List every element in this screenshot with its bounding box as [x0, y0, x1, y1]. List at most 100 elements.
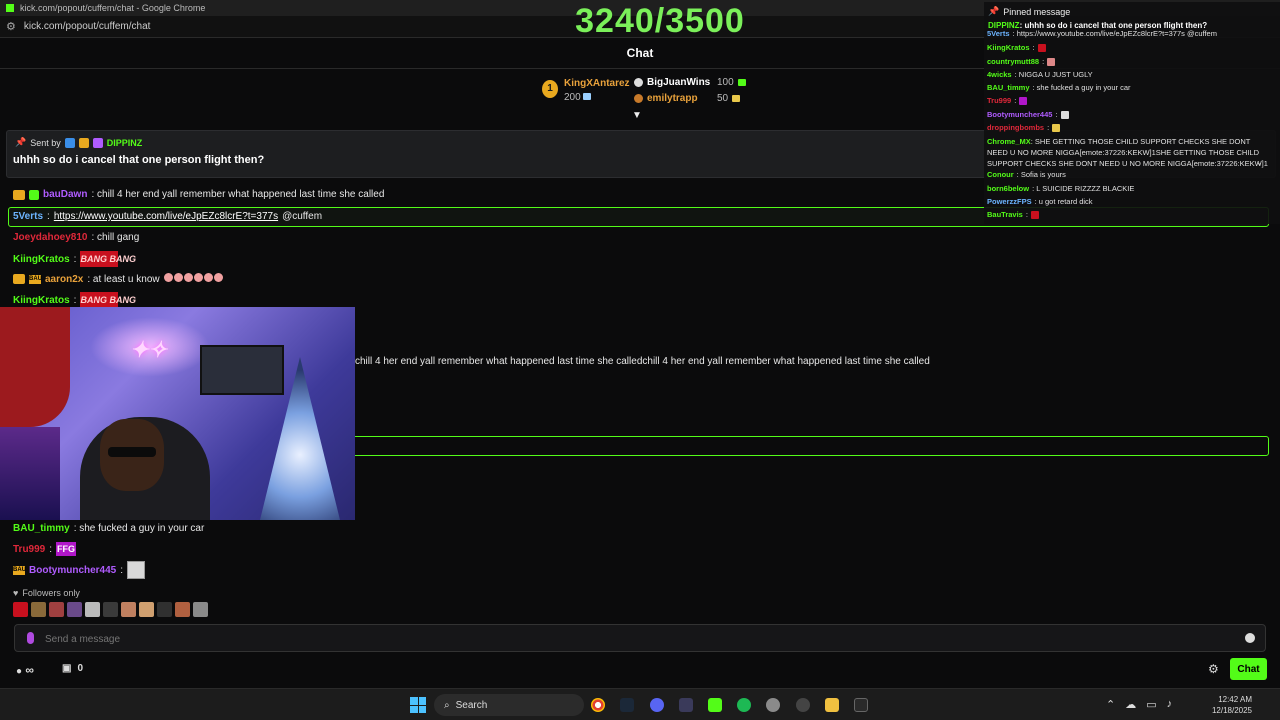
emote-icon — [1030, 210, 1039, 219]
overlay-text: : — [1042, 57, 1045, 66]
overlay-username[interactable]: Bootymuncher445 — [987, 110, 1052, 119]
followers-only-notice: ♥ Followers only — [13, 588, 80, 598]
chat-send-button[interactable]: Chat — [1230, 658, 1267, 680]
chrome-icon[interactable] — [591, 698, 605, 712]
emote-button[interactable] — [193, 602, 208, 617]
points-display[interactable]: ▣ 0 — [62, 663, 83, 674]
overlay-username[interactable]: KiingKratos — [987, 43, 1030, 52]
taskbar-search[interactable]: ⌕ Search — [434, 694, 584, 716]
pinned-sender-line: 📌 Sent by DIPPINZ — [15, 137, 142, 148]
emote-button[interactable] — [67, 602, 82, 617]
url-text[interactable]: kick.com/popout/cuffem/chat — [24, 21, 151, 32]
leader-1-name[interactable]: KingXAntarez — [564, 78, 630, 89]
settings-gear-icon[interactable]: ⚙ — [1208, 662, 1219, 676]
emote-button[interactable] — [49, 602, 64, 617]
chat-message: BAU Bootymuncher445 : — [13, 561, 146, 579]
network-icon[interactable]: ▭ — [1146, 698, 1156, 711]
pinned-sender-name[interactable]: DIPPINZ — [107, 138, 143, 148]
message-input-box[interactable] — [14, 624, 1266, 652]
emote-button[interactable] — [139, 602, 154, 617]
overlay-username[interactable]: droppingbombs — [987, 123, 1044, 132]
overlay-message: PowerzzFPS: u got retard dick — [987, 197, 1093, 206]
volume-icon[interactable]: ♪ — [1167, 698, 1173, 711]
collapse-chevron-icon[interactable]: ▼ — [632, 110, 642, 121]
leader-3-value: 50 — [717, 93, 729, 104]
emote-button[interactable] — [103, 602, 118, 617]
badge-icon — [92, 137, 103, 148]
overlay-username[interactable]: Chrome_MX — [987, 137, 1031, 146]
chevron-down-icon[interactable]: ⌄ — [1256, 158, 1263, 167]
emote-icon — [1060, 110, 1069, 119]
microphone-icon[interactable] — [27, 632, 34, 644]
chat-username[interactable]: 5Verts — [13, 211, 43, 222]
emote-button[interactable] — [175, 602, 190, 617]
sent-by-label: Sent by — [30, 137, 61, 148]
overlay-pinned-title: Pinned message — [1003, 6, 1071, 17]
pin-icon: 📌 — [15, 137, 27, 147]
overlay-username[interactable]: PowerzzFPS — [987, 197, 1032, 206]
overlay-username[interactable]: born6below — [987, 184, 1029, 193]
overlay-wrapped-message: Chrome_MX: SHE GETTING THOSE CHILD SUPPO… — [987, 136, 1271, 169]
emote-button[interactable] — [13, 602, 28, 617]
overlay-username[interactable]: Conour — [987, 170, 1014, 179]
chat-username[interactable]: bauDawn — [43, 189, 87, 200]
chat-username[interactable]: Bootymuncher445 — [29, 565, 116, 576]
discord-icon[interactable] — [650, 698, 664, 712]
overlay-text: : L SUICIDE RIZZZZ BLACKIE — [1032, 184, 1135, 193]
taskbar-search-label: Search — [455, 699, 488, 711]
settings-icon[interactable] — [766, 698, 780, 712]
chat-username[interactable]: Tru999 — [13, 544, 45, 555]
taskbar-clock[interactable]: 12:42 AM 12/18/2025 — [1206, 694, 1252, 716]
chat-mention: @cuffem — [282, 211, 323, 222]
smiley-emotes — [163, 273, 224, 285]
overlay-username[interactable]: BauTravis — [987, 210, 1023, 219]
app-icon[interactable] — [679, 698, 693, 712]
spotify-icon[interactable] — [737, 698, 751, 712]
file-explorer-icon[interactable] — [825, 698, 839, 712]
windows-start-icon[interactable] — [410, 697, 426, 713]
pinned-text: uhhh so do i cancel that one person flig… — [13, 154, 265, 166]
leader-2-row[interactable]: BigJuanWins 100 — [634, 77, 746, 88]
infinity-icon[interactable]: ● ∞ — [16, 663, 34, 677]
steam-icon[interactable] — [620, 698, 634, 712]
overlay-message: Conour: Sofia is yours — [987, 170, 1066, 179]
cloud-icon[interactable]: ☁ — [1125, 698, 1136, 711]
chat-username[interactable]: KiingKratos — [13, 295, 70, 306]
chat-link[interactable]: https://www.youtube.com/live/eJpEZc8lcrE… — [54, 211, 278, 222]
emote-button[interactable] — [31, 602, 46, 617]
sub-badge-icon — [29, 189, 39, 200]
emote-button[interactable] — [157, 602, 172, 617]
chat-username[interactable]: BAU_timmy — [13, 523, 70, 534]
infinity-text: ∞ — [25, 663, 34, 677]
chat-username[interactable]: KiingKratos — [13, 254, 70, 265]
crown-badge-icon — [13, 274, 25, 284]
emote-button[interactable] — [121, 602, 136, 617]
overlay-message: born6below: L SUICIDE RIZZZZ BLACKIE — [987, 184, 1134, 193]
overlay-username[interactable]: 5Verts — [987, 29, 1010, 38]
emote-icon — [1047, 57, 1056, 66]
message-input[interactable] — [45, 629, 1225, 649]
emoji-picker-icon[interactable] — [1245, 633, 1255, 643]
leader-1-amount: 200 — [564, 92, 581, 103]
chat-username[interactable]: aaron2x — [45, 274, 83, 285]
chat-username[interactable]: Joeydahoey810 — [13, 232, 88, 243]
overlay-pinned-header: 📌 Pinned message — [988, 6, 1070, 17]
emote-button[interactable] — [85, 602, 100, 617]
overlay-username[interactable]: Tru999 — [987, 96, 1011, 105]
overlay-text: : https://www.youtube.com/live/eJpEZc8lc… — [1012, 29, 1217, 38]
overlay-username[interactable]: BAU_timmy — [987, 83, 1030, 92]
site-info-icon[interactable]: ⚙ — [6, 20, 16, 33]
leader-3-row[interactable]: emilytrapp 50 — [634, 93, 741, 104]
ffg-emote: FFG — [56, 542, 77, 556]
obs-icon[interactable] — [796, 698, 810, 712]
overlay-username[interactable]: countrymutt88 — [987, 57, 1039, 66]
overlay-username[interactable]: 4wicks — [987, 70, 1012, 79]
kick-icon[interactable] — [708, 698, 722, 712]
chat-text: : — [73, 294, 77, 306]
gift-icon — [737, 79, 746, 86]
terminal-icon[interactable] — [854, 698, 868, 712]
goal-counter: 3240/3500 — [575, 2, 745, 40]
gift-icon — [583, 93, 592, 100]
chat-message: KiingKratos : BANG BANG — [13, 251, 136, 267]
chevron-up-icon[interactable]: ⌃ — [1106, 698, 1115, 711]
